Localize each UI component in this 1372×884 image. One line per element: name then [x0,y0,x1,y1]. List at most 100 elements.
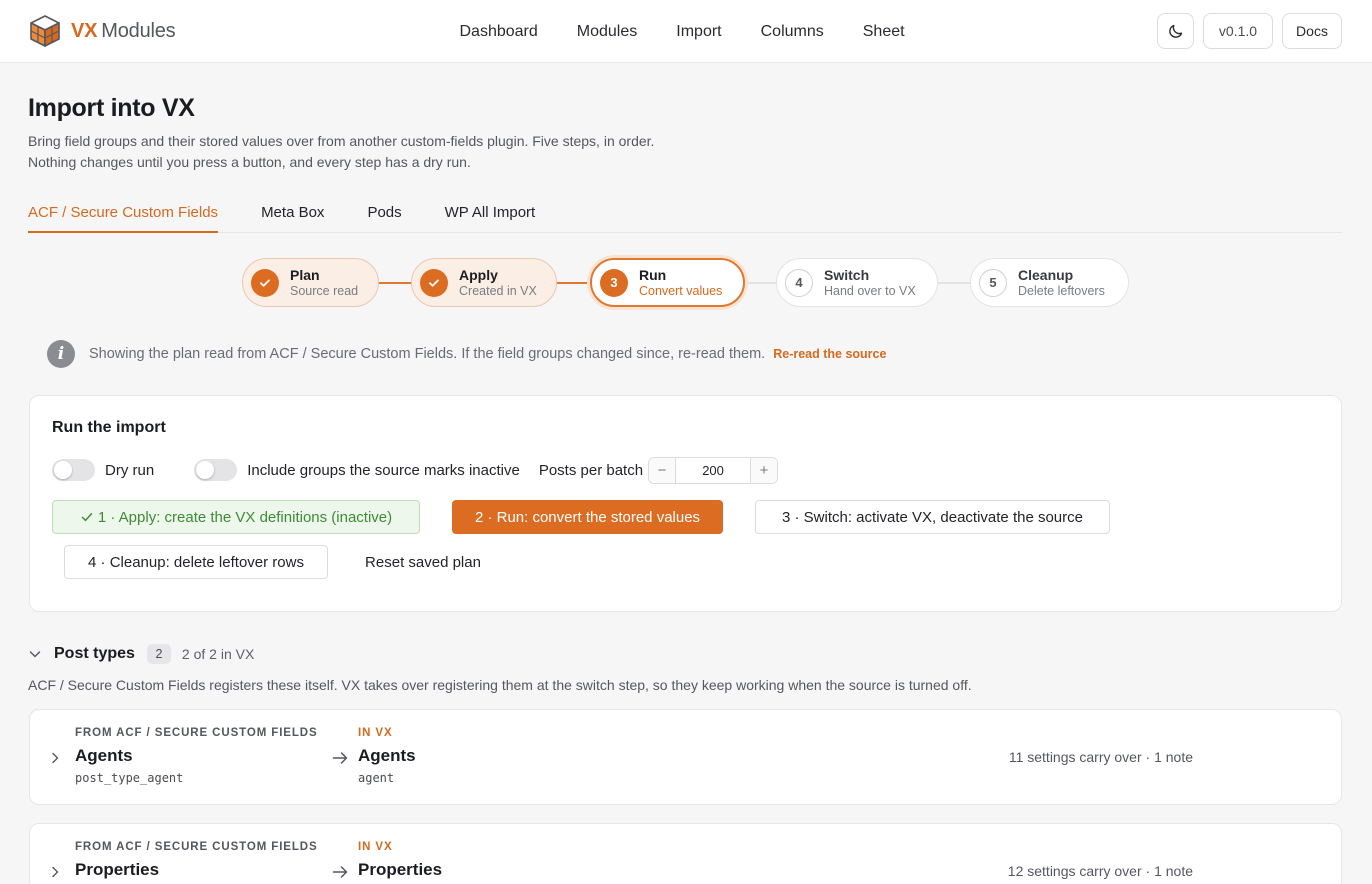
target-side: IN VX Agents agent [358,727,416,785]
check-icon [251,268,279,297]
source-slug: post_type_agent [75,771,184,785]
target-slug: agent [358,771,395,785]
step-connector-1 [378,282,412,284]
brand-name-text: Modules [101,19,176,42]
run-options: Dry run Include groups the source marks … [52,456,779,484]
main-nav: Dashboard Modules Import Columns Sheet [440,0,924,63]
source-side: FROM ACF / SECURE CUSTOM FIELDS Properti… [75,841,318,884]
include-inactive-label: Include groups the source marks inactive [247,461,520,479]
decrement-button[interactable]: − [649,457,676,483]
nav-dashboard[interactable]: Dashboard [440,23,557,41]
reread-source-link[interactable]: Re-read the source [773,347,886,361]
brand[interactable]: VX Modules [28,14,176,48]
section-meta: 2 of 2 in VX [181,646,255,662]
toolbar-right: v0.1.0 Docs [1157,13,1342,49]
step-number: 3 [600,268,628,297]
step-plan[interactable]: Plan Source read [242,258,379,307]
step-title: Run [639,266,667,283]
count-badge: 2 [146,644,171,664]
step-number: 5 [979,268,1007,297]
step-subtitle: Convert values [639,283,723,298]
theme-toggle-button[interactable] [1157,13,1194,49]
target-side: IN VX Properties property [358,841,442,884]
nav-import[interactable]: Import [657,23,741,41]
tab-wp-all-import[interactable]: WP All Import [445,199,536,233]
include-inactive-toggle[interactable] [194,459,238,481]
cube-stack-icon [30,15,60,47]
page-description: Bring field groups and their stored valu… [28,131,748,173]
step-run[interactable]: 3 Run Convert values [590,258,745,307]
source-side: FROM ACF / SECURE CUSTOM FIELDS Agents p… [75,727,318,785]
source-tabs: ACF / Secure Custom Fields Meta Box Pods… [28,199,1342,233]
notice-text: Showing the plan read from ACF / Secure … [89,346,766,362]
post-type-row[interactable]: FROM ACF / SECURE CUSTOM FIELDS Properti… [29,823,1342,884]
top-bar: VX Modules Dashboard Modules Import Colum… [0,0,1372,63]
to-label: IN VX [358,841,393,853]
from-label: FROM ACF / SECURE CUSTOM FIELDS [75,841,318,853]
moon-icon [1168,24,1182,38]
source-name: Agents [75,746,133,765]
post-types-header[interactable]: Post types 2 2 of 2 in VX [28,643,254,665]
source-name: Properties [75,860,160,879]
step-switch[interactable]: 4 Switch Hand over to VX [776,258,938,307]
chevron-right-icon [52,752,59,764]
step-connector-2 [556,282,592,284]
dry-run-label: Dry run [105,461,155,479]
nav-modules[interactable]: Modules [557,23,656,41]
increment-button[interactable]: + [751,457,778,483]
step-title: Switch [824,266,870,283]
version-badge[interactable]: v0.1.0 [1203,13,1273,49]
step-title: Apply [459,266,498,283]
run-button[interactable]: 2 · Run: convert the stored values [452,500,723,534]
post-type-row[interactable]: FROM ACF / SECURE CUSTOM FIELDS Agents p… [29,709,1342,805]
batch-size-input[interactable]: 200 [675,457,752,483]
to-label: IN VX [358,727,393,739]
tab-acf[interactable]: ACF / Secure Custom Fields [28,199,219,233]
from-label: FROM ACF / SECURE CUSTOM FIELDS [75,727,318,739]
nav-sheet[interactable]: Sheet [843,23,924,41]
batch-size-label: Posts per batch [538,461,644,479]
nav-columns[interactable]: Columns [741,23,843,41]
page-title: Import into VX [28,94,195,122]
carry-over-summary: 11 settings carry over · 1 note [1008,749,1193,765]
section-description: ACF / Secure Custom Fields registers the… [28,677,972,693]
page-desc-line-1: Bring field groups and their stored valu… [28,133,655,149]
step-title: Cleanup [1018,266,1074,283]
run-import-card: Run the import Dry run Include groups th… [29,395,1342,612]
reset-plan-button[interactable]: Reset saved plan [352,545,494,579]
apply-button-label: 1 · Apply: create the VX definitions (in… [97,508,393,526]
batch-size-stepper: − 200 + [648,456,779,484]
check-icon [81,513,93,522]
brand-accent: VX [71,19,98,42]
docs-button[interactable]: Docs [1282,13,1342,49]
check-icon [420,268,448,297]
switch-button[interactable]: 3 · Switch: activate VX, deactivate the … [755,500,1110,534]
chevron-right-icon [52,866,59,878]
step-subtitle: Hand over to VX [824,283,916,298]
step-cleanup[interactable]: 5 Cleanup Delete leftovers [970,258,1129,307]
step-subtitle: Delete leftovers [1018,283,1105,298]
tab-pods[interactable]: Pods [367,199,401,233]
tab-meta-box[interactable]: Meta Box [261,199,324,233]
info-icon: i [47,340,75,368]
dry-run-toggle[interactable] [52,459,95,481]
page-desc-line-2: Nothing changes until you press a button… [28,154,471,170]
step-subtitle: Source read [290,283,359,298]
target-name: Properties [358,860,443,879]
target-name: Agents [358,746,416,765]
arrow-right-icon [332,866,348,878]
step-connector-4 [936,282,970,284]
run-card-title: Run the import [52,419,166,436]
section-title: Post types [54,645,135,662]
step-apply[interactable]: Apply Created in VX [411,258,557,307]
cleanup-button[interactable]: 4 · Cleanup: delete leftover rows [64,545,328,579]
arrow-right-icon [332,752,348,764]
step-title: Plan [290,266,320,283]
plan-notice: i Showing the plan read from ACF / Secur… [28,334,1342,374]
chevron-down-icon [29,651,41,658]
step-number: 4 [785,268,813,297]
step-connector-3 [744,282,778,284]
apply-button[interactable]: 1 · Apply: create the VX definitions (in… [52,500,420,534]
carry-over-summary: 12 settings carry over · 1 note [1007,863,1193,879]
brand-name: VX Modules [71,19,176,43]
